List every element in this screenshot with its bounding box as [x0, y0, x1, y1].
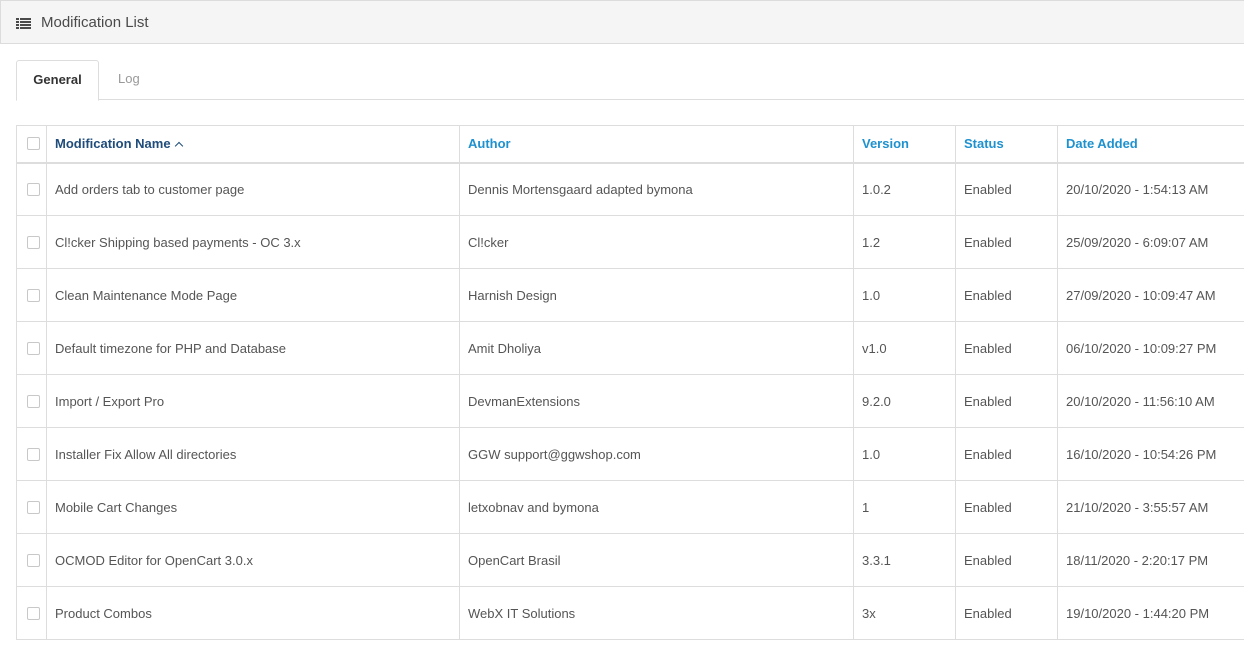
author-cell: Harnish Design — [459, 268, 854, 322]
date-added-cell: 16/10/2020 - 10:54:26 PM — [1057, 427, 1244, 481]
status-cell: Enabled — [955, 374, 1058, 428]
date-added-cell: 20/10/2020 - 1:54:13 AM — [1057, 162, 1244, 216]
table-header-row: Modification Name Author Version Status … — [16, 125, 1244, 164]
author-cell: letxobnav and bymona — [459, 480, 854, 534]
modification-name-cell: OCMOD Editor for OpenCart 3.0.x — [46, 533, 460, 587]
status-cell: Enabled — [955, 215, 1058, 269]
status-cell: Enabled — [955, 533, 1058, 587]
column-header-date-added: Date Added — [1057, 125, 1244, 164]
version-cell: 1 — [853, 480, 956, 534]
row-checkbox[interactable] — [27, 447, 40, 461]
author-cell: Dennis Mortensgaard adapted bymona — [459, 162, 854, 216]
version-cell: v1.0 — [853, 321, 956, 375]
date-added-cell: 18/11/2020 - 2:20:17 PM — [1057, 533, 1244, 587]
list-icon — [16, 17, 31, 29]
sort-ascending-icon — [174, 142, 183, 151]
version-cell: 9.2.0 — [853, 374, 956, 428]
sort-by-version-link[interactable]: Version — [862, 136, 909, 151]
row-select-cell — [16, 586, 47, 640]
select-all-cell — [16, 125, 47, 164]
status-cell: Enabled — [955, 586, 1058, 640]
modification-name-cell: Default timezone for PHP and Database — [46, 321, 460, 375]
version-cell: 1.0 — [853, 427, 956, 481]
row-checkbox[interactable] — [27, 341, 40, 355]
modification-name-cell: Add orders tab to customer page — [46, 162, 460, 216]
tab-bar: General Log — [16, 60, 1244, 101]
sort-by-status-link[interactable]: Status — [964, 136, 1004, 151]
date-added-cell: 25/09/2020 - 6:09:07 AM — [1057, 215, 1244, 269]
table-row: Cl!cker Shipping based payments - OC 3.x… — [16, 215, 1244, 269]
panel-heading: Modification List — [0, 0, 1244, 44]
date-added-cell: 06/10/2020 - 10:09:27 PM — [1057, 321, 1244, 375]
row-checkbox[interactable] — [27, 235, 40, 249]
modification-name-cell: Installer Fix Allow All directories — [46, 427, 460, 481]
version-cell: 3.3.1 — [853, 533, 956, 587]
version-cell: 1.0.2 — [853, 162, 956, 216]
author-cell: DevmanExtensions — [459, 374, 854, 428]
date-added-cell: 27/09/2020 - 10:09:47 AM — [1057, 268, 1244, 322]
row-select-cell — [16, 162, 47, 216]
table-row: Import / Export Pro DevmanExtensions 9.2… — [16, 374, 1244, 428]
date-added-cell: 21/10/2020 - 3:55:57 AM — [1057, 480, 1244, 534]
modification-name-cell: Product Combos — [46, 586, 460, 640]
row-select-cell — [16, 480, 47, 534]
modification-name-cell: Cl!cker Shipping based payments - OC 3.x — [46, 215, 460, 269]
table-row: OCMOD Editor for OpenCart 3.0.x OpenCart… — [16, 533, 1244, 587]
modification-name-cell: Clean Maintenance Mode Page — [46, 268, 460, 322]
author-cell: OpenCart Brasil — [459, 533, 854, 587]
status-cell: Enabled — [955, 427, 1058, 481]
status-cell: Enabled — [955, 162, 1058, 216]
row-checkbox[interactable] — [27, 606, 40, 620]
table-row: Mobile Cart Changes letxobnav and bymona… — [16, 480, 1244, 534]
tab-general[interactable]: General — [16, 60, 99, 101]
modification-name-cell: Mobile Cart Changes — [46, 480, 460, 534]
row-checkbox[interactable] — [27, 288, 40, 302]
sort-by-author-link[interactable]: Author — [468, 136, 511, 151]
column-header-version: Version — [853, 125, 956, 164]
date-added-cell: 19/10/2020 - 1:44:20 PM — [1057, 586, 1244, 640]
sort-by-date-added-link[interactable]: Date Added — [1066, 136, 1138, 151]
row-select-cell — [16, 374, 47, 428]
sort-by-name-link[interactable]: Modification Name — [55, 136, 171, 151]
row-checkbox[interactable] — [27, 182, 40, 196]
column-header-status: Status — [955, 125, 1058, 164]
version-cell: 1.0 — [853, 268, 956, 322]
author-cell: WebX IT Solutions — [459, 586, 854, 640]
table-row: Installer Fix Allow All directories GGW … — [16, 427, 1244, 481]
modification-table: Modification Name Author Version Status … — [16, 125, 1244, 640]
date-added-cell: 20/10/2020 - 11:56:10 AM — [1057, 374, 1244, 428]
version-cell: 1.2 — [853, 215, 956, 269]
modification-name-cell: Import / Export Pro — [46, 374, 460, 428]
row-select-cell — [16, 215, 47, 269]
column-header-name: Modification Name — [46, 125, 460, 164]
status-cell: Enabled — [955, 268, 1058, 322]
table-row: Product Combos WebX IT Solutions 3x Enab… — [16, 586, 1244, 640]
page-title: Modification List — [41, 13, 149, 31]
status-cell: Enabled — [955, 480, 1058, 534]
row-select-cell — [16, 533, 47, 587]
row-checkbox[interactable] — [27, 394, 40, 408]
author-cell: GGW support@ggwshop.com — [459, 427, 854, 481]
table-row: Default timezone for PHP and Database Am… — [16, 321, 1244, 375]
row-checkbox[interactable] — [27, 500, 40, 514]
row-select-cell — [16, 321, 47, 375]
tab-log[interactable]: Log — [102, 60, 156, 100]
author-cell: Amit Dholiya — [459, 321, 854, 375]
row-checkbox[interactable] — [27, 553, 40, 567]
table-row: Add orders tab to customer page Dennis M… — [16, 162, 1244, 216]
status-cell: Enabled — [955, 321, 1058, 375]
column-header-author: Author — [459, 125, 854, 164]
table-row: Clean Maintenance Mode Page Harnish Desi… — [16, 268, 1244, 322]
select-all-checkbox[interactable] — [27, 137, 40, 151]
author-cell: Cl!cker — [459, 215, 854, 269]
version-cell: 3x — [853, 586, 956, 640]
row-select-cell — [16, 427, 47, 481]
row-select-cell — [16, 268, 47, 322]
